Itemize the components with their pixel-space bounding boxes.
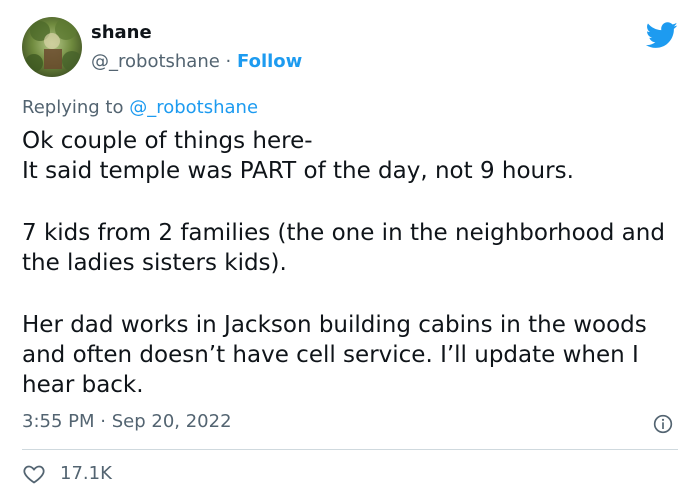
avatar[interactable]: [22, 17, 82, 77]
like-count: 17.1K: [60, 463, 112, 484]
replying-to-mention[interactable]: @_robotshane: [129, 97, 258, 118]
info-icon[interactable]: [653, 414, 673, 434]
replying-to: Replying to @_robotshane: [22, 96, 258, 120]
tweet-text: Ok couple of things here- It said temple…: [22, 126, 682, 400]
replying-to-label: Replying to: [22, 97, 124, 118]
author-handle-row: @_robotshane · Follow: [91, 50, 302, 74]
heart-icon: [23, 465, 45, 484]
timestamp-separator: ·: [100, 411, 106, 432]
tweet-date: Sep 20, 2022: [111, 411, 232, 432]
tweet-timestamp[interactable]: 3:55 PM · Sep 20, 2022: [22, 410, 232, 434]
like-button[interactable]: 17.1K: [22, 462, 112, 486]
tweet-line: Ok couple of things here-: [22, 128, 313, 154]
author-name[interactable]: shane: [91, 21, 152, 45]
handle-separator: ·: [225, 51, 232, 72]
follow-button[interactable]: Follow: [237, 51, 302, 72]
tweet-line: Her dad works in Jackson building cabins…: [22, 312, 647, 398]
tweet-time: 3:55 PM: [22, 411, 95, 432]
divider: [22, 449, 678, 450]
tweet-line: 7 kids from 2 families (the one in the n…: [22, 220, 665, 276]
tweet-line: It said temple was PART of the day, not …: [22, 158, 574, 184]
twitter-bird-icon[interactable]: [646, 22, 678, 49]
author-handle[interactable]: @_robotshane: [91, 51, 220, 72]
